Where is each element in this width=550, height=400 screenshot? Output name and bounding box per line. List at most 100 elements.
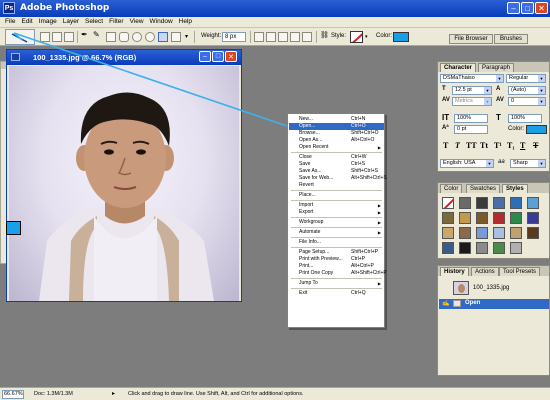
- menu-item-page-setup[interactable]: Page Setup... Shift+Ctrl+P: [289, 249, 384, 256]
- menu-item-save[interactable]: Save Ctrl+S: [289, 161, 384, 168]
- menu-item-jump-to[interactable]: Jump To ▶: [289, 280, 384, 287]
- strikethrough-button[interactable]: T: [533, 141, 538, 150]
- menu-filter[interactable]: Filter: [106, 17, 126, 25]
- menu-edit[interactable]: Edit: [18, 17, 35, 25]
- menu-item-import[interactable]: Import ▶: [289, 202, 384, 209]
- color-swatch[interactable]: [393, 32, 409, 42]
- style-swatch[interactable]: [493, 212, 505, 224]
- style-swatch[interactable]: [442, 227, 454, 239]
- menu-item-print-with-preview[interactable]: Print with Preview... Ctrl+P: [289, 256, 384, 263]
- style-swatch[interactable]: [476, 227, 488, 239]
- menu-item-automate[interactable]: Automate ▶: [289, 229, 384, 236]
- menu-item-place[interactable]: Place...: [289, 192, 384, 199]
- style-swatch[interactable]: [527, 227, 539, 239]
- tab-styles[interactable]: Styles: [502, 184, 528, 193]
- style-swatch[interactable]: [459, 242, 471, 254]
- menu-item-file-info[interactable]: File Info...: [289, 239, 384, 246]
- style-swatch[interactable]: [493, 227, 505, 239]
- underline-button[interactable]: T: [520, 141, 525, 150]
- style-swatch[interactable]: [510, 212, 522, 224]
- history-snapshot[interactable]: 100_1335.jpg: [439, 279, 549, 298]
- antialias-select[interactable]: Sharp ▼: [510, 159, 546, 168]
- menu-item-print-one-copy[interactable]: Print One Copy Alt+Shift+Ctrl+P: [289, 270, 387, 277]
- line-shape-icon[interactable]: [158, 32, 168, 42]
- brushes-tab[interactable]: Brushes: [494, 34, 528, 44]
- menu-help[interactable]: Help: [176, 17, 195, 25]
- tab-swatches[interactable]: Swatches: [466, 184, 501, 193]
- file-browser-tab[interactable]: File Browser: [449, 34, 493, 44]
- add-shape-mode-icon[interactable]: [266, 32, 276, 42]
- tab-color[interactable]: Color: [440, 184, 463, 193]
- tab-actions[interactable]: Actions: [471, 267, 499, 276]
- menu-item-open-recent[interactable]: Open Recent ▶: [289, 144, 384, 151]
- doc-minimize-button[interactable]: –: [199, 51, 211, 62]
- style-swatch[interactable]: [459, 197, 471, 209]
- close-button[interactable]: ✕: [535, 2, 548, 14]
- weight-input[interactable]: 8 px: [222, 32, 246, 42]
- exclude-shape-mode-icon[interactable]: [302, 32, 312, 42]
- leading-input[interactable]: (Auto) ▼: [508, 86, 546, 95]
- menu-item-save-as[interactable]: Save As... Shift+Ctrl+S: [289, 168, 384, 175]
- horizontal-scale-input[interactable]: 100%: [508, 114, 542, 123]
- tracking-input[interactable]: 0 ▼: [508, 97, 546, 106]
- fill-pixels-button[interactable]: [64, 32, 74, 42]
- menu-item-browse[interactable]: Browse... Shift+Ctrl+O: [289, 130, 384, 137]
- faux-italic-button[interactable]: T: [455, 141, 460, 150]
- style-swatch[interactable]: [476, 197, 488, 209]
- pen-tool-icon[interactable]: ✒: [81, 30, 91, 40]
- doc-close-button[interactable]: ✕: [225, 51, 237, 62]
- tab-character[interactable]: Character: [440, 63, 477, 72]
- tab-tool-presets[interactable]: Tool Presets: [499, 267, 541, 276]
- style-swatch[interactable]: [493, 242, 505, 254]
- style-swatch[interactable]: [476, 212, 488, 224]
- subtract-shape-mode-icon[interactable]: [278, 32, 288, 42]
- menu-item-revert[interactable]: Revert: [289, 182, 384, 189]
- maximize-button[interactable]: □: [521, 2, 534, 14]
- menu-select[interactable]: Select: [82, 17, 106, 25]
- menu-item-export[interactable]: Export ▶: [289, 209, 384, 216]
- menu-view[interactable]: View: [127, 17, 147, 25]
- font-family-select[interactable]: DSMaThaiso ▼: [440, 74, 504, 83]
- baseline-shift-input[interactable]: 0 pt: [454, 125, 488, 134]
- text-color-swatch[interactable]: [526, 125, 547, 134]
- intersect-shape-mode-icon[interactable]: [290, 32, 300, 42]
- freeform-pen-icon[interactable]: ✎: [93, 30, 103, 40]
- doc-maximize-button[interactable]: □: [212, 51, 224, 62]
- menu-item-print[interactable]: Print... Alt+Ctrl+P: [289, 263, 384, 270]
- font-size-input[interactable]: 12.5 pt ▼: [452, 86, 492, 95]
- link-icon[interactable]: ⛓: [320, 31, 329, 39]
- style-swatch[interactable]: [510, 227, 522, 239]
- subscript-button[interactable]: T₁: [507, 141, 515, 150]
- menu-window[interactable]: Window: [147, 17, 176, 25]
- tab-paragraph[interactable]: Paragraph: [478, 63, 515, 72]
- superscript-button[interactable]: T¹: [494, 141, 502, 150]
- style-swatch[interactable]: [493, 197, 505, 209]
- style-dropdown-icon[interactable]: ▾: [365, 34, 368, 40]
- style-swatch[interactable]: [510, 242, 522, 254]
- faux-bold-button[interactable]: T: [443, 141, 448, 150]
- menu-item-close[interactable]: Close Ctrl+W: [289, 154, 384, 161]
- menu-item-workgroup[interactable]: Workgroup ▶: [289, 219, 384, 226]
- new-layer-mode-icon[interactable]: [254, 32, 264, 42]
- style-swatch[interactable]: [442, 242, 454, 254]
- rectangle-shape-icon[interactable]: [106, 32, 116, 42]
- style-swatch[interactable]: [442, 212, 454, 224]
- vertical-scale-input[interactable]: 100%: [454, 114, 488, 123]
- document-title-bar[interactable]: 100_1335.jpg @ 66.7% (RGB) – □ ✕: [7, 50, 241, 65]
- font-style-select[interactable]: Regular ▼: [506, 74, 546, 83]
- tool-preset-picker[interactable]: [5, 29, 35, 45]
- geometry-options-icon[interactable]: ▾: [185, 33, 188, 40]
- minimize-button[interactable]: –: [507, 2, 520, 14]
- menu-item-open[interactable]: Open... Ctrl+O: [289, 123, 384, 130]
- menu-item-new[interactable]: New... Ctrl+N: [289, 116, 384, 123]
- tab-history[interactable]: History: [440, 267, 469, 276]
- style-none[interactable]: [442, 197, 454, 209]
- style-swatch[interactable]: [527, 212, 539, 224]
- history-state-open[interactable]: ✍ Open: [439, 299, 549, 309]
- paths-button[interactable]: [52, 32, 62, 42]
- small-caps-button[interactable]: Tt: [480, 141, 488, 150]
- style-swatch[interactable]: [476, 242, 488, 254]
- foreground-color-swatch[interactable]: [6, 221, 21, 235]
- zoom-level-field[interactable]: 66.67%: [2, 390, 24, 399]
- all-caps-button[interactable]: TT: [466, 141, 477, 150]
